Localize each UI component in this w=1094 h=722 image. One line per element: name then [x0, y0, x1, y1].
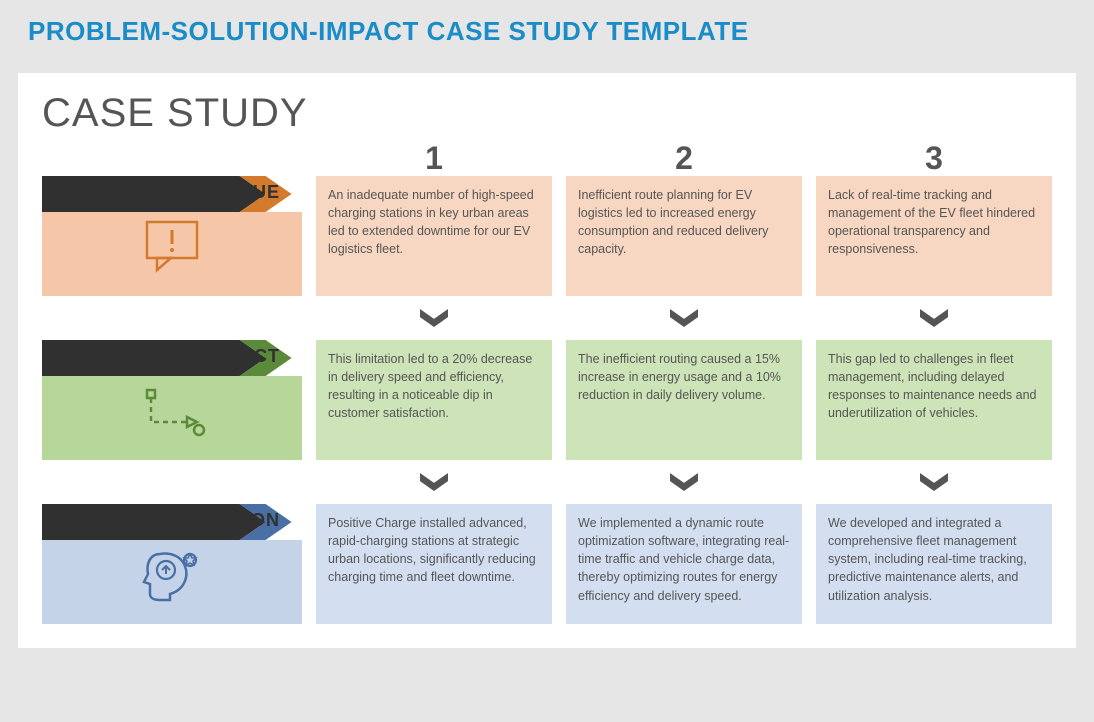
case-study-grid: 1 2 3 ISSUE An inadequate number of high… — [42, 140, 1052, 624]
down-arrow-2 — [566, 296, 802, 340]
row-header-impact: IMPACT — [42, 340, 302, 460]
chevron-down-icon — [920, 309, 948, 327]
down-arrow-4 — [316, 460, 552, 504]
impact-cell-1: This limitation led to a 20% decrease in… — [316, 340, 552, 460]
issue-cell-3: Lack of real-time tracking and managemen… — [816, 176, 1052, 296]
chevron-down-icon — [920, 473, 948, 491]
issue-cell-1: An inadequate number of high-speed charg… — [316, 176, 552, 296]
impact-cell-3: This gap led to challenges in fleet mana… — [816, 340, 1052, 460]
column-number-1: 1 — [316, 140, 552, 176]
solution-cell-1: Positive Charge installed advanced, rapi… — [316, 504, 552, 624]
page-title: PROBLEM-SOLUTION-IMPACT CASE STUDY TEMPL… — [0, 0, 1094, 73]
column-number-2: 2 — [566, 140, 802, 176]
down-arrow-1 — [316, 296, 552, 340]
down-arrow-5 — [566, 460, 802, 504]
row-label-solution: SOLUTION — [179, 510, 280, 531]
card-title: CASE STUDY — [42, 91, 1052, 136]
chevron-down-icon — [420, 309, 448, 327]
issue-cell-2: Inefficient route planning for EV logist… — [566, 176, 802, 296]
solution-cell-3: We developed and integrated a comprehens… — [816, 504, 1052, 624]
row-label-impact: IMPACT — [206, 346, 280, 367]
row-header-issue: ISSUE — [42, 176, 302, 296]
solution-cell-2: We implemented a dynamic route optimizat… — [566, 504, 802, 624]
chevron-down-icon — [420, 473, 448, 491]
row-header-solution: SOLUTION — [42, 504, 302, 624]
impact-cell-2: The inefficient routing caused a 15% inc… — [566, 340, 802, 460]
case-study-card: CASE STUDY 1 2 3 ISSUE An inadequate num… — [18, 73, 1076, 648]
chevron-down-icon — [670, 309, 698, 327]
down-arrow-6 — [816, 460, 1052, 504]
column-number-3: 3 — [816, 140, 1052, 176]
route-path-icon — [137, 382, 207, 438]
row-label-issue: ISSUE — [221, 182, 280, 203]
idea-head-icon — [140, 546, 204, 608]
down-arrow-3 — [816, 296, 1052, 340]
chevron-down-icon — [670, 473, 698, 491]
alert-speech-icon — [141, 218, 203, 274]
